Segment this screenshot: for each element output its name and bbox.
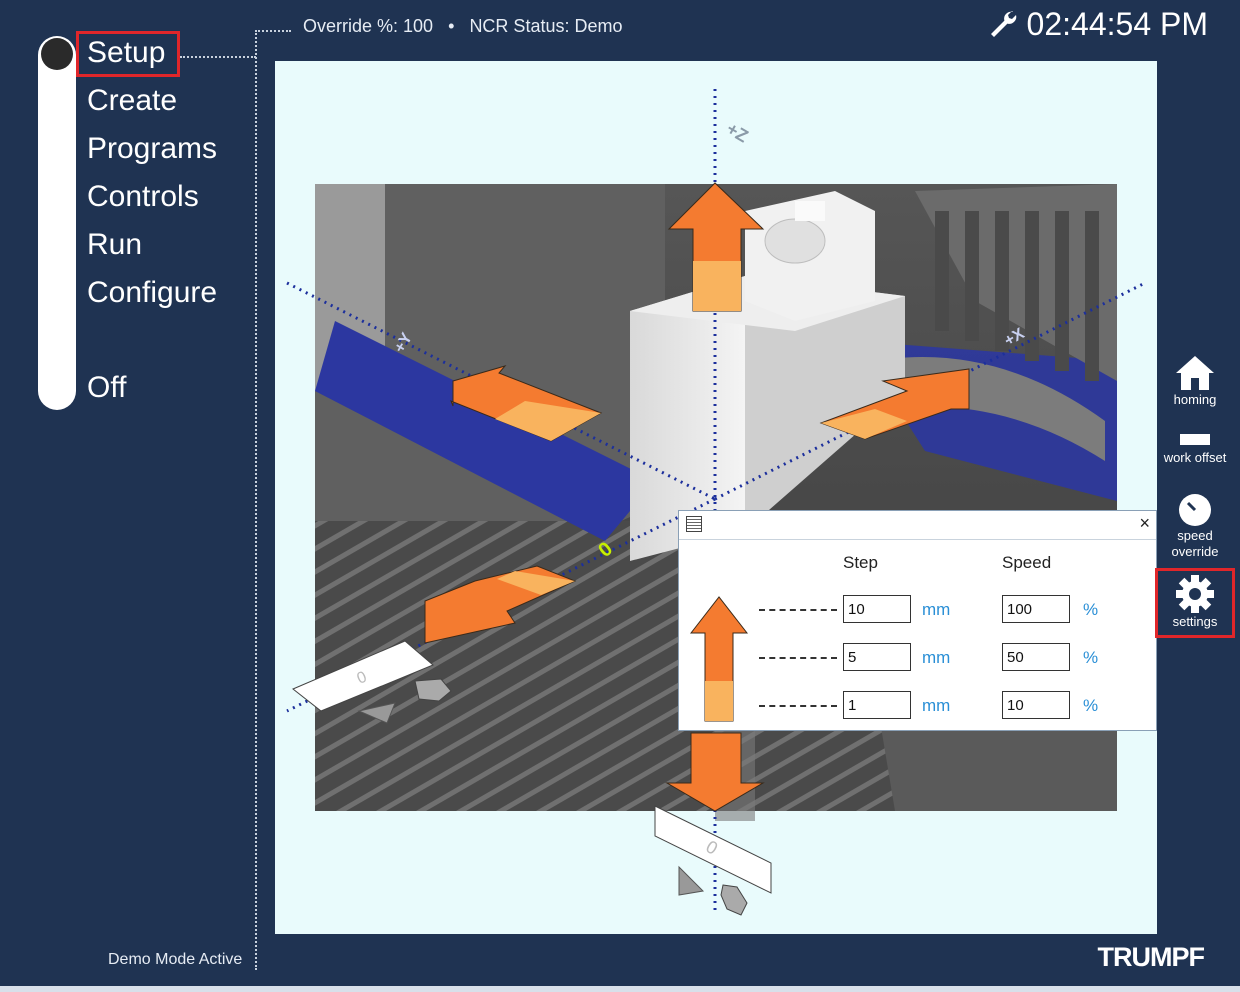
sidebar-item-configure[interactable]: Configure xyxy=(87,276,217,310)
jog-row: mm % xyxy=(679,643,1156,675)
brand-logo: TRUMPF xyxy=(1097,942,1205,972)
active-item-highlight xyxy=(76,31,180,77)
machine-scene: +Z +Y +X 0 0 0 xyxy=(286,89,1146,916)
mode-slider-knob[interactable] xyxy=(41,38,73,70)
ncr-status: NCR Status: Demo xyxy=(469,16,623,36)
jog-settings-dialog: × Step Speed mm % mm % mm % xyxy=(678,510,1157,731)
speed-override-button[interactable]: speed override xyxy=(1152,492,1238,560)
work-offset-icon xyxy=(1180,434,1210,445)
step-input[interactable] xyxy=(843,691,911,719)
speed-column-header: Speed xyxy=(1002,553,1052,572)
machine-viewport[interactable]: +Z +Y +X 0 0 0 xyxy=(275,61,1157,934)
speed-input[interactable] xyxy=(1002,643,1070,671)
step-column-header: Step xyxy=(843,553,878,572)
dialog-window-icon xyxy=(686,516,702,532)
homing-label: homing xyxy=(1173,392,1217,407)
step-unit: mm xyxy=(922,696,951,715)
override-status: Override %: 100 xyxy=(303,16,434,36)
wrench-icon xyxy=(990,10,1016,37)
sidebar-item-off[interactable]: Off xyxy=(87,371,126,405)
homing-button[interactable]: homing xyxy=(1152,354,1238,407)
jog-row: mm % xyxy=(679,595,1156,627)
speed-unit: % xyxy=(1083,648,1099,667)
speed-unit: % xyxy=(1083,696,1099,715)
dialog-titlebar[interactable]: × xyxy=(679,511,1156,540)
work-offset-button[interactable]: work offset xyxy=(1152,430,1238,465)
clock-time: 02:44:54 PM xyxy=(1026,6,1208,42)
row-dash xyxy=(759,657,837,659)
step-input[interactable] xyxy=(843,595,911,623)
sidebar-divider xyxy=(255,30,257,970)
sidebar-item-run[interactable]: Run xyxy=(87,228,142,262)
step-input[interactable] xyxy=(843,643,911,671)
jog-row: mm % xyxy=(679,691,1156,723)
work-offset-label: work offset xyxy=(1163,450,1227,465)
close-icon[interactable]: × xyxy=(1139,513,1150,534)
speed-input[interactable] xyxy=(1002,691,1070,719)
app-window: Override %: 100 • NCR Status: Demo 02:44… xyxy=(0,0,1240,992)
settings-highlight xyxy=(1155,568,1235,638)
header-leader-line xyxy=(255,30,291,32)
leader-line xyxy=(180,56,256,58)
row-dash xyxy=(759,705,837,707)
step-unit: mm xyxy=(922,648,951,667)
demo-mode-status: Demo Mode Active xyxy=(108,951,243,968)
sidebar-item-controls[interactable]: Controls xyxy=(87,180,199,214)
step-unit: mm xyxy=(922,600,951,619)
z-axis-label: +Z xyxy=(723,118,752,146)
mode-slider-track[interactable] xyxy=(38,36,76,410)
speed-unit: % xyxy=(1083,600,1099,619)
clock: 02:44:54 PM xyxy=(987,6,1208,43)
speed-gauge-icon xyxy=(1179,494,1211,526)
sidebar-item-programs[interactable]: Programs xyxy=(87,132,217,166)
sidebar-item-create[interactable]: Create xyxy=(87,84,177,118)
status-bar: Override %: 100 • NCR Status: Demo xyxy=(303,16,622,37)
window-bottom-edge xyxy=(0,986,1240,992)
speed-override-label: speed override xyxy=(1171,528,1219,559)
speed-input[interactable] xyxy=(1002,595,1070,623)
bottom-position-marker: 0 xyxy=(654,805,772,916)
home-icon xyxy=(1176,356,1214,390)
row-dash xyxy=(759,609,837,611)
